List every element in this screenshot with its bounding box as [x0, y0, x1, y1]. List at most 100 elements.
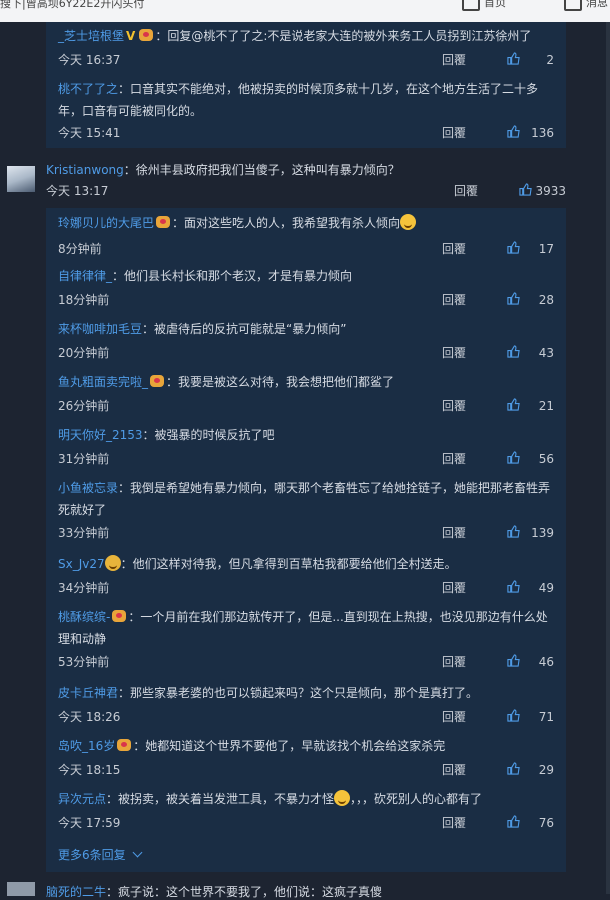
reply-text: ：口音其实不能绝对，他被拐卖的时候顶多就十几岁，在这个地方生活了二十多年，口音有…: [58, 82, 539, 118]
more-replies-link[interactable]: 更多6条回复: [58, 846, 143, 864]
reply-username[interactable]: _芝士培根堡: [58, 29, 124, 43]
reply-button[interactable]: 回覆: [442, 240, 466, 258]
reply-text: ：她都知道这个世界不要他了，早就该找个机会给这家杀完: [133, 739, 446, 753]
thumbs-up-icon: [519, 183, 532, 196]
reply-button[interactable]: 回覆: [442, 124, 466, 142]
reply-username[interactable]: 自律律律_: [58, 269, 112, 283]
messages-link[interactable]: 消息: [564, 0, 608, 11]
reply-time: 18分钟前: [58, 293, 110, 307]
like-button[interactable]: [507, 709, 520, 727]
vip-badge-icon: [117, 739, 132, 751]
reply-username[interactable]: 异次元点: [58, 792, 106, 806]
reply-button[interactable]: 回覆: [442, 814, 466, 832]
vip-badge-icon: [139, 29, 154, 41]
comment-text: ：徐州丰县政府把我们当傻子，这种叫有暴力倾向？: [123, 163, 400, 177]
reply-username[interactable]: 明天你好_2153: [58, 428, 143, 442]
smile-emoji-icon: [400, 214, 417, 230]
thumbs-up-icon: [507, 525, 520, 538]
comment-item: 脑死的二牛：疯子说：这个世界不要我了，他们说：这疯子真傻: [46, 884, 382, 900]
like-button[interactable]: [507, 345, 520, 363]
thumbs-up-icon: [507, 125, 520, 138]
like-button[interactable]: [507, 52, 520, 70]
thumbs-up-icon: [507, 241, 520, 254]
comment-username[interactable]: 脑死的二牛: [46, 885, 106, 899]
reply-button[interactable]: 回覆: [442, 579, 466, 597]
reply-time: 今天 17:59: [58, 816, 121, 830]
reply-text: ：一个月前在我们那边就传开了，但是...直到现在上热搜，也没见那边有什么处理和动…: [58, 610, 548, 646]
reply-button[interactable]: 回覆: [442, 51, 466, 69]
like-button[interactable]: [507, 451, 520, 469]
like-count: 76: [538, 816, 554, 830]
reply-username[interactable]: 玲娜贝儿的大尾巴: [58, 216, 154, 230]
verified-icon: V: [126, 29, 136, 43]
reply-time: 33分钟前: [58, 526, 110, 540]
reply-username[interactable]: 小鱼被忘录: [58, 481, 118, 495]
like-button[interactable]: [507, 762, 520, 780]
like-count: 71: [538, 710, 554, 724]
like-count: 43: [538, 346, 554, 360]
like-button[interactable]: [507, 654, 520, 672]
avatar[interactable]: [7, 166, 35, 192]
reply-button[interactable]: 回覆: [442, 524, 466, 542]
reply-username[interactable]: 岛吹_16岁: [58, 739, 115, 753]
vip-badge-icon: [156, 216, 171, 228]
reply-username[interactable]: 桃酥缤缤-: [58, 610, 110, 624]
like-count: 29: [538, 763, 554, 777]
like-button[interactable]: [519, 183, 532, 201]
chevron-down-icon: [132, 847, 143, 858]
like-button[interactable]: [507, 241, 520, 259]
reply-text-after: ，，，砍死别人的心都有了: [350, 792, 483, 806]
reply-username[interactable]: 鱼丸粗面卖完啦_: [58, 375, 148, 389]
like-count: 21: [538, 399, 554, 413]
thumbs-up-icon: [507, 654, 520, 667]
reply-text: ：被拐卖，被关着当发泄工具，不暴力才怪: [106, 792, 335, 806]
reply-time: 8分钟前: [58, 242, 102, 256]
reply-text: ：他们县长村长和那个老汉，才是有暴力倾向: [112, 269, 353, 283]
reply-time: 26分钟前: [58, 399, 110, 413]
reply-time: 31分钟前: [58, 452, 110, 466]
like-button[interactable]: [507, 292, 520, 310]
reply-text: ：面对这些吃人的人，我希望我有杀人倾向: [172, 216, 401, 230]
reply-button[interactable]: 回覆: [442, 344, 466, 362]
reply-username[interactable]: 皮卡丘神君: [58, 686, 118, 700]
search-input[interactable]: 搜下|曾高坝6Y22E2开闪头付: [0, 0, 144, 11]
reply-text: ：被强暴的时候反抗了吧: [142, 428, 275, 442]
reply-button[interactable]: 回覆: [442, 397, 466, 415]
reply-button[interactable]: 回覆: [442, 450, 466, 468]
thumbs-up-icon: [507, 762, 520, 775]
like-button[interactable]: [507, 398, 520, 416]
reply-text: ：我倒是希望她有暴力倾向，哪天那个老畜牲忘了给她拴链子，她能把那老畜牲弄死就好了: [58, 481, 551, 517]
message-icon: [564, 0, 582, 11]
reply-text: ：我要是被这么对待，我会想把他们都鲨了: [166, 375, 395, 389]
like-button[interactable]: [507, 815, 520, 833]
reply-username[interactable]: Sx_Jv27: [58, 557, 105, 571]
reply-button[interactable]: 回覆: [442, 291, 466, 309]
home-link[interactable]: 首页: [462, 0, 506, 11]
vip-badge-icon: [112, 610, 127, 622]
home-icon: [462, 0, 480, 11]
thumbs-up-icon: [507, 580, 520, 593]
top-navigation-bar: 搜下|曾高坝6Y22E2开闪头付 首页 消息: [0, 0, 610, 22]
comment-time: 今天 13:17: [46, 184, 109, 198]
reply-button[interactable]: 回覆: [442, 653, 466, 671]
like-count: 3933: [535, 184, 566, 198]
reply-button[interactable]: 回覆: [454, 182, 478, 200]
reply-username[interactable]: 来杯咖啡加毛豆: [58, 322, 142, 336]
reply-box-1: _芝士培根堡 V ：回复@桃不了了之:不是说老家大连的被外来务工人员拐到江苏徐州了 …: [46, 22, 566, 148]
shocked-emoji-icon: [334, 790, 351, 806]
like-button[interactable]: [507, 580, 520, 598]
like-button[interactable]: [507, 525, 520, 543]
reply-button[interactable]: 回覆: [442, 761, 466, 779]
like-count: 28: [538, 293, 554, 307]
reply-username[interactable]: 桃不了了之: [58, 82, 118, 96]
like-count: 136: [531, 126, 554, 140]
comment-text: ：疯子说：这个世界不要我了，他们说：这疯子真傻: [106, 885, 383, 899]
thumbs-up-icon: [507, 451, 520, 464]
reply-button[interactable]: 回覆: [442, 708, 466, 726]
like-button[interactable]: [507, 125, 520, 143]
scrollbar[interactable]: [606, 22, 610, 894]
thumbs-up-icon: [507, 398, 520, 411]
like-count: 56: [538, 452, 554, 466]
comment-username[interactable]: Kristianwong: [46, 163, 124, 177]
like-count: 2: [546, 53, 554, 67]
